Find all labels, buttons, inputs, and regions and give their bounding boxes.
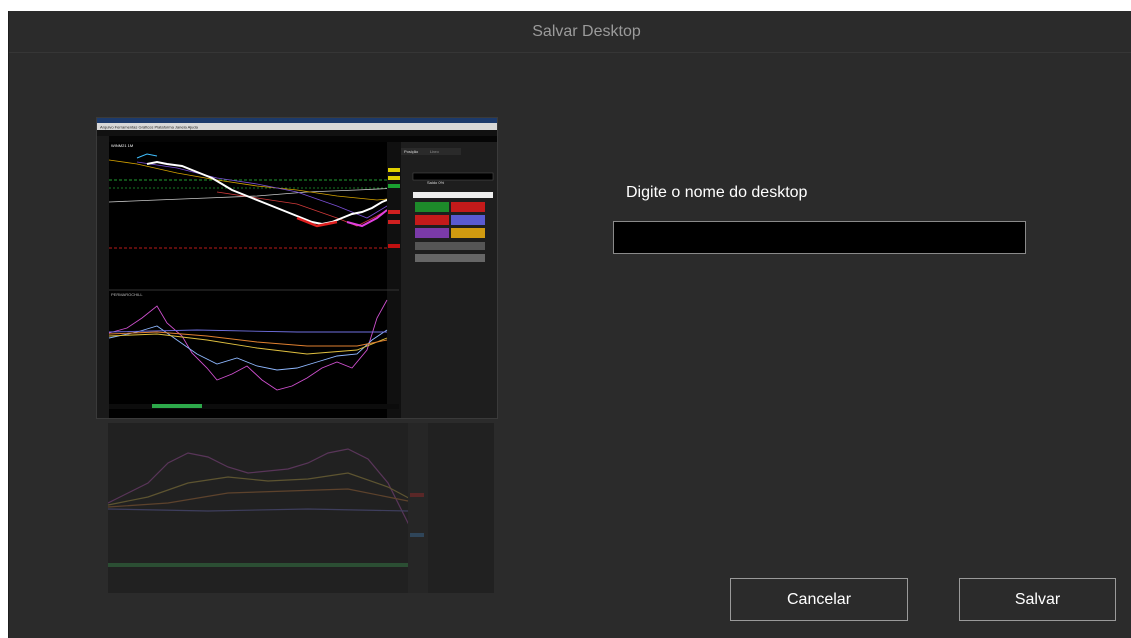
save-desktop-dialog: Salvar Desktop Arquivo Ferramentas Gráfi… bbox=[8, 11, 1131, 638]
preview-tab-position: Posição bbox=[404, 149, 419, 154]
desktop-preview-reflection bbox=[108, 423, 494, 593]
preview-symbol-label: WINM21 1M bbox=[111, 143, 133, 148]
desktop-preview-thumbnail: Arquivo Ferramentas Gráficos Plataforma … bbox=[96, 117, 498, 419]
save-button[interactable]: Salvar bbox=[959, 578, 1116, 621]
preview-tab-book: Livro bbox=[430, 149, 439, 154]
reflection-image bbox=[108, 423, 494, 593]
preview-menu-bar: Arquivo Ferramentas Gráficos Plataforma … bbox=[100, 125, 199, 130]
desktop-name-input[interactable] bbox=[613, 221, 1026, 254]
dialog-title: Salvar Desktop bbox=[532, 22, 641, 40]
preview-indicator-label: PERMAROCHILL bbox=[111, 292, 143, 297]
dialog-titlebar: Salvar Desktop bbox=[9, 11, 1131, 53]
desktop-name-label: Digite o nome do desktop bbox=[626, 184, 808, 201]
cancel-button[interactable]: Cancelar bbox=[730, 578, 908, 621]
desktop-preview-image: Arquivo Ferramentas Gráficos Plataforma … bbox=[97, 118, 497, 418]
preview-saldo-label: Saldo 0% bbox=[427, 180, 445, 185]
